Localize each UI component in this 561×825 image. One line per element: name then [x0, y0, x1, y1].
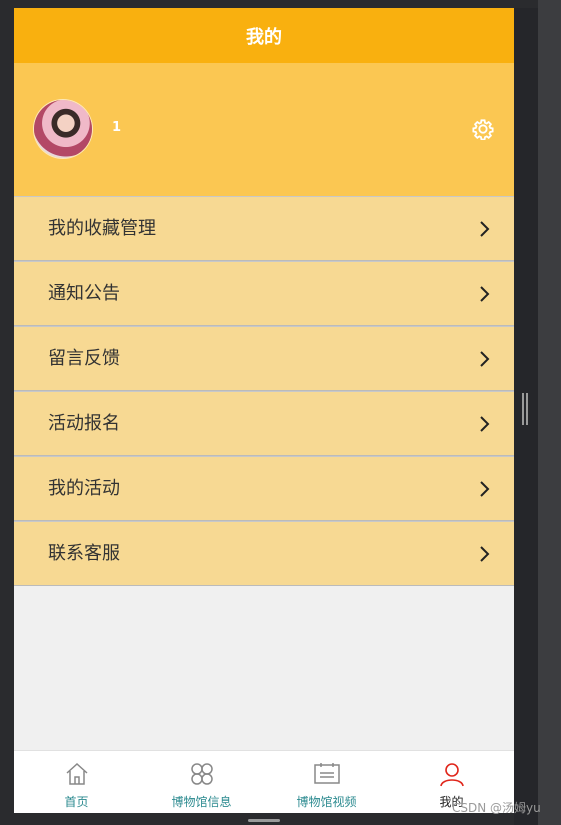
watermark: CSDN @汤姆yu — [452, 801, 541, 815]
menu-item-favorites[interactable]: 我的收藏管理 — [14, 196, 514, 261]
resize-handle[interactable] — [522, 393, 528, 425]
menu-item-activity-signup[interactable]: 活动报名 — [14, 391, 514, 456]
menu-item-label: 留言反馈 — [48, 348, 120, 369]
grid-icon — [190, 763, 213, 785]
menu-item-label: 通知公告 — [48, 283, 120, 304]
tab-label: 博物馆信息 — [171, 795, 232, 809]
home-icon — [65, 762, 88, 785]
video-icon — [313, 763, 340, 784]
avatar[interactable] — [34, 100, 92, 158]
tab-label: 首页 — [64, 795, 89, 809]
bottom-tab-bar: 首页 博物馆信息 博物馆视频 我的 — [14, 750, 514, 813]
menu-item-my-activities[interactable]: 我的活动 — [14, 456, 514, 521]
tab-label: 博物馆视频 — [296, 795, 357, 809]
username: 1 — [112, 120, 122, 135]
menu-item-customer-service[interactable]: 联系客服 — [14, 521, 514, 586]
profile-header: 1 — [14, 63, 514, 196]
menu-item-notices[interactable]: 通知公告 — [14, 261, 514, 326]
menu-item-label: 我的收藏管理 — [48, 218, 156, 239]
chevron-right-icon — [480, 221, 490, 237]
nav-bar: 我的 — [14, 8, 514, 63]
home-indicator — [248, 819, 280, 822]
side-panel — [538, 0, 561, 825]
gear-icon[interactable] — [472, 118, 494, 140]
chevron-right-icon — [480, 351, 490, 367]
chevron-right-icon — [480, 416, 490, 432]
tab-home[interactable]: 首页 — [14, 751, 139, 813]
chevron-right-icon — [480, 546, 490, 562]
page-title: 我的 — [246, 26, 282, 48]
phone-screen: 我的 1 我的收藏管理 通知公告 留言反馈 活动报名 我的活动 联系客服 首页 … — [14, 8, 514, 813]
menu-list: 我的收藏管理 通知公告 留言反馈 活动报名 我的活动 联系客服 — [14, 196, 514, 586]
user-icon — [439, 763, 464, 787]
tab-museum-video[interactable]: 博物馆视频 — [264, 751, 389, 813]
chevron-right-icon — [480, 481, 490, 497]
menu-item-feedback[interactable]: 留言反馈 — [14, 326, 514, 391]
menu-item-label: 活动报名 — [48, 413, 120, 434]
menu-item-label: 我的活动 — [48, 478, 120, 499]
chevron-right-icon — [480, 286, 490, 302]
tab-museum-info[interactable]: 博物馆信息 — [139, 751, 264, 813]
menu-item-label: 联系客服 — [48, 543, 120, 564]
